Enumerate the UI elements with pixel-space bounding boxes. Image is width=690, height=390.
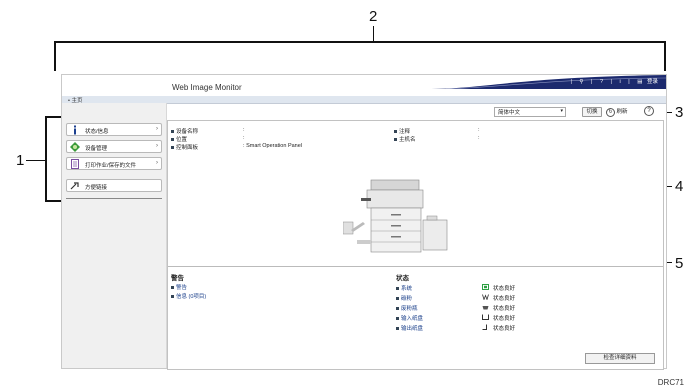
info-comment: 注释 [394,127,410,135]
callout-1-bracket [45,116,47,202]
sidebar-item-label: 方便链接 [85,185,108,191]
callout-4: 4 [675,178,684,195]
section-divider [168,266,663,267]
status-item-system[interactable]: 系统 [396,284,412,292]
sidebar-item-device-management[interactable]: 设备管理 › [66,140,162,153]
header-bar: | ⚲ | ? | i | ▤ 登录 Web Image Monitor [62,75,666,97]
sidebar-item-label: 设备管理 [85,146,108,152]
info-location: 位置 [171,135,187,143]
figure-code: DRC71 [657,378,684,387]
help-icon[interactable]: ? [600,79,603,85]
info-location-value: : [243,135,245,141]
system-ok-icon [482,284,489,290]
chevron-right-icon: › [156,143,158,149]
info-comment-value: : [478,127,480,133]
status-item-waste-toner[interactable]: 废粉瓶 [396,304,418,312]
help-icon[interactable]: ? [644,106,654,116]
callout-2: 2 [369,8,378,25]
sidebar-item-status-info[interactable]: 状态/信息 › [66,123,162,136]
status-item-toner[interactable]: 碳粉 [396,294,412,302]
sidebar-divider [66,198,162,199]
refresh-icon: ↻ [606,108,615,117]
status-value-system: 状态良好 [493,286,516,292]
login-link[interactable]: 登录 [647,79,658,85]
printer-image [343,179,448,253]
status-value-toner: 状态良好 [493,296,516,302]
sidebar-item-print-jobs[interactable]: 打印作业/保存的文件 › [66,157,162,170]
sidebar: 状态/信息 › 设备管理 › 打印作业/保存的文件 › 方便链接 [62,103,167,368]
info-hostname-value: : [478,135,480,141]
app-title: Web Image Monitor [172,83,242,92]
status-item-input-tray[interactable]: 输入纸盘 [396,314,423,322]
info-icon [74,125,76,135]
search-icon[interactable]: ⚲ [579,79,583,85]
alerts-title: 警告 [171,275,184,282]
alert-link-info[interactable]: 信息 (0项目) [171,292,206,300]
callout-1: 1 [16,152,25,169]
callout-2-bracket [54,41,666,43]
menu-icon[interactable]: ▤ [637,79,642,85]
waste-toner-icon [482,306,489,310]
sidebar-item-quick-links[interactable]: 方便链接 [66,179,162,192]
language-select[interactable]: 简体中文 ▾ [494,107,566,117]
callout-2-bracket-left [54,41,56,71]
status-value-waste-toner: 状态良好 [493,306,516,312]
switch-button[interactable]: 切换 [582,107,602,117]
status-title: 状态 [396,275,409,282]
status-value-input-tray: 状态良好 [493,316,516,322]
info-icon[interactable]: i [620,79,621,85]
callout-2-line [373,26,374,41]
link-icon [70,182,79,190]
header-icons: | ⚲ | ? | i | ▤ 登录 [570,79,658,85]
language-value: 简体中文 [498,110,521,116]
refresh-label: 刷新 [616,109,628,115]
info-control-panel: 控制面板 [171,143,198,151]
document-icon [71,159,79,169]
refresh-button[interactable]: ↻ 刷新 [606,107,628,117]
toolbar: 简体中文 ▾ 切换 ↻ 刷新 ? [166,105,666,119]
info-hostname: 主机名 [394,135,416,143]
sidebar-item-label: 状态/信息 [85,129,109,135]
device-management-icon [70,142,80,152]
info-device-name-value: : [243,127,245,133]
callout-2-bracket-right [664,41,666,71]
info-control-panel-value: : Smart Operation Panel [243,143,303,149]
chevron-right-icon: › [156,126,158,132]
main-content: 设备名称 : 位置 : 控制面板 : Smart Operation Panel… [167,120,664,370]
toner-icon [482,294,489,300]
dropdown-arrow-icon: ▾ [560,108,563,114]
chevron-right-icon: › [156,160,158,166]
info-device-name: 设备名称 [171,127,198,135]
status-value-output-tray: 状态良好 [493,326,516,332]
callout-3: 3 [675,104,684,121]
output-tray-icon [482,324,487,330]
status-item-output-tray[interactable]: 输出纸盘 [396,324,423,332]
check-details-button[interactable]: 检查详细资料 [585,353,655,364]
callout-1-line [26,160,46,161]
callout-5: 5 [675,255,684,272]
input-tray-icon [482,314,489,320]
sidebar-item-label: 打印作业/保存的文件 [85,163,137,169]
web-image-monitor-window: | ⚲ | ? | i | ▤ 登录 Web Image Monitor • 主… [61,74,667,370]
alert-link-warning[interactable]: 警告 [171,283,187,291]
